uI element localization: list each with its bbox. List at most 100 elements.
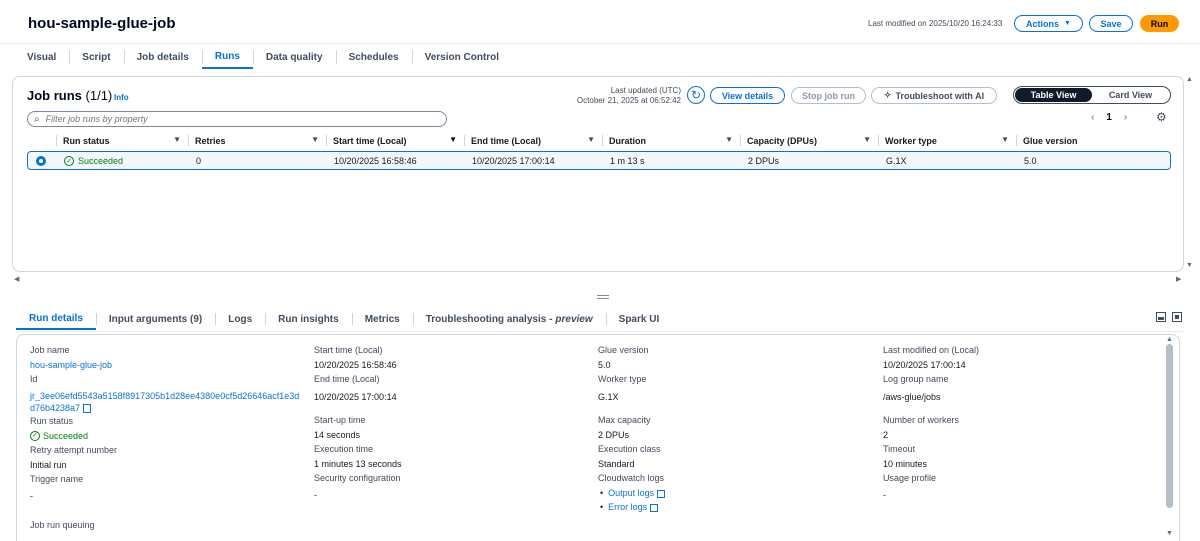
- start-time-label: Start time (Local): [314, 345, 383, 355]
- tab-script[interactable]: Script: [69, 45, 123, 69]
- col-run-status-label: Run status: [63, 135, 110, 146]
- run-button[interactable]: Run: [1140, 15, 1179, 32]
- dock-bottom-icon[interactable]: [1156, 312, 1166, 322]
- view-toggle: Table View Card View: [1013, 86, 1171, 104]
- troubleshoot-ai-button[interactable]: ✧ Troubleshoot with AI: [871, 87, 997, 104]
- copy-icon[interactable]: [83, 404, 92, 414]
- col-glue-version[interactable]: Glue version: [1017, 133, 1155, 148]
- tab-troubleshooting[interactable]: Troubleshooting analysis - preview: [412, 308, 606, 330]
- log-group-label: Log group name: [883, 374, 949, 384]
- split-drag-handle[interactable]: [597, 295, 609, 299]
- glue-version-value: 5.0: [598, 360, 611, 370]
- chevron-left-icon[interactable]: ‹: [1091, 112, 1094, 123]
- save-button[interactable]: Save: [1089, 15, 1133, 32]
- scroll-up-arrow[interactable]: ▲: [1186, 76, 1193, 83]
- refresh-icon: ↻: [690, 88, 702, 102]
- log-group-value: /aws-glue/jobs: [883, 392, 941, 402]
- output-logs-item[interactable]: • Output logs: [598, 486, 878, 500]
- tab-job-details[interactable]: Job details: [123, 45, 202, 69]
- cloudwatch-label: Cloudwatch logs: [598, 473, 665, 483]
- col-capacity[interactable]: Capacity (DPUs) ▼: [741, 133, 879, 148]
- actions-button[interactable]: Actions ▼: [1014, 15, 1083, 32]
- error-logs-item[interactable]: • Error logs: [598, 500, 878, 514]
- caret-down-icon: ▼: [1064, 20, 1071, 27]
- start-time-value: 10/20/2025 16:58:46: [314, 360, 397, 370]
- row-glue-version: 5.0: [1024, 155, 1037, 166]
- select-column-header: [27, 133, 57, 148]
- worker-type-value: G.1X: [598, 392, 619, 402]
- search-icon: ⌕: [34, 113, 40, 125]
- refresh-button[interactable]: ↻: [687, 86, 705, 104]
- tab-metrics[interactable]: Metrics: [351, 308, 413, 330]
- tab-runs[interactable]: Runs: [201, 45, 253, 69]
- sort-icon: ▼: [863, 135, 871, 144]
- stop-job-run-button[interactable]: Stop job run: [791, 87, 866, 104]
- security-value: -: [314, 490, 317, 500]
- run-status-value: ✓ Succeeded: [30, 429, 310, 443]
- last-modified-label: Last modified on (Local): [883, 345, 980, 355]
- filter-input[interactable]: [45, 114, 426, 124]
- sort-icon: ▼: [1001, 135, 1009, 144]
- details-scroll-down-arrow[interactable]: ▼: [1166, 530, 1173, 537]
- actions-label: Actions: [1026, 18, 1060, 29]
- troubleshoot-label: Troubleshoot with AI: [895, 90, 985, 101]
- row-end-time: 10/20/2025 17:00:14: [472, 155, 555, 166]
- tab-visual[interactable]: Visual: [14, 45, 69, 69]
- scroll-down-arrow[interactable]: ▼: [1186, 262, 1193, 269]
- tab-troubleshooting-label: Troubleshooting analysis -: [425, 313, 553, 325]
- tab-data-quality[interactable]: Data quality: [252, 45, 336, 69]
- tab-schedules[interactable]: Schedules: [335, 45, 412, 69]
- sort-icon: ▼: [173, 135, 181, 144]
- last-updated: Last updated (UTC) October 21, 2025 at 0…: [573, 86, 681, 106]
- page-number[interactable]: 1: [1106, 112, 1112, 123]
- tab-logs[interactable]: Logs: [215, 308, 265, 330]
- error-logs-link[interactable]: Error logs: [608, 502, 647, 512]
- col-start-time[interactable]: Start time (Local) ▼: [327, 133, 465, 148]
- exec-time-label: Execution time: [314, 444, 374, 454]
- tab-run-insights[interactable]: Run insights: [265, 308, 352, 330]
- info-link[interactable]: Info: [114, 93, 129, 102]
- col-run-status[interactable]: Run status ▼: [57, 133, 189, 148]
- row-status: Succeeded: [78, 155, 124, 166]
- usage-profile-value: -: [883, 490, 886, 500]
- selected-radio[interactable]: [36, 155, 46, 166]
- row-start-time: 10/20/2025 16:58:46: [334, 155, 417, 166]
- details-scrollbar-thumb[interactable]: [1166, 344, 1173, 508]
- view-details-button[interactable]: View details: [710, 87, 785, 104]
- tab-version-control[interactable]: Version Control: [411, 45, 512, 69]
- job-run-queuing-label: Job run queuing: [30, 520, 95, 530]
- last-modified-text: Last modified on 2025/10/20 16:24:33: [868, 19, 1003, 28]
- col-start-time-label: Start time (Local): [333, 135, 407, 146]
- maximize-panel-icon[interactable]: [1172, 312, 1182, 322]
- row-radio-cell[interactable]: [28, 155, 58, 166]
- tabs-divider: [16, 331, 1184, 332]
- retry-value: Initial run: [30, 460, 67, 470]
- col-worker-type-label: Worker type: [885, 135, 937, 146]
- job-name-label: Job name: [30, 345, 70, 355]
- scroll-right-arrow[interactable]: ▶: [1176, 275, 1181, 283]
- sparkle-icon: ✧: [883, 90, 892, 100]
- table-row[interactable]: ✓ Succeeded 0 10/20/2025 16:58:46 10/20/2…: [27, 151, 1171, 170]
- tab-run-details[interactable]: Run details: [16, 308, 96, 330]
- tab-spark-ui[interactable]: Spark UI: [605, 308, 673, 330]
- exec-time-value: 1 minutes 13 seconds: [314, 459, 402, 469]
- security-label: Security configuration: [314, 473, 401, 483]
- col-duration[interactable]: Duration ▼: [603, 133, 741, 148]
- bullet-icon: •: [600, 502, 604, 512]
- col-retries[interactable]: Retries ▼: [189, 133, 327, 148]
- card-view-toggle[interactable]: Card View: [1092, 88, 1169, 102]
- col-worker-type[interactable]: Worker type ▼: [879, 133, 1017, 148]
- col-glue-version-label: Glue version: [1023, 135, 1078, 146]
- job-title: hou-sample-glue-job: [28, 15, 176, 32]
- chevron-right-icon[interactable]: ›: [1124, 112, 1127, 123]
- job-name-link[interactable]: hou-sample-glue-job: [30, 358, 310, 372]
- table-view-toggle[interactable]: Table View: [1015, 88, 1092, 102]
- tab-input-arguments[interactable]: Input arguments (9): [95, 308, 215, 330]
- details-scroll-up-arrow[interactable]: ▲: [1166, 336, 1173, 343]
- run-id-line-2: d76b4238a7: [30, 403, 81, 413]
- scroll-left-arrow[interactable]: ◀: [14, 275, 19, 283]
- output-logs-link[interactable]: Output logs: [608, 488, 654, 498]
- max-capacity-label: Max capacity: [598, 415, 651, 425]
- gear-icon[interactable]: ⚙: [1156, 110, 1167, 124]
- col-end-time[interactable]: End time (Local) ▼: [465, 133, 603, 148]
